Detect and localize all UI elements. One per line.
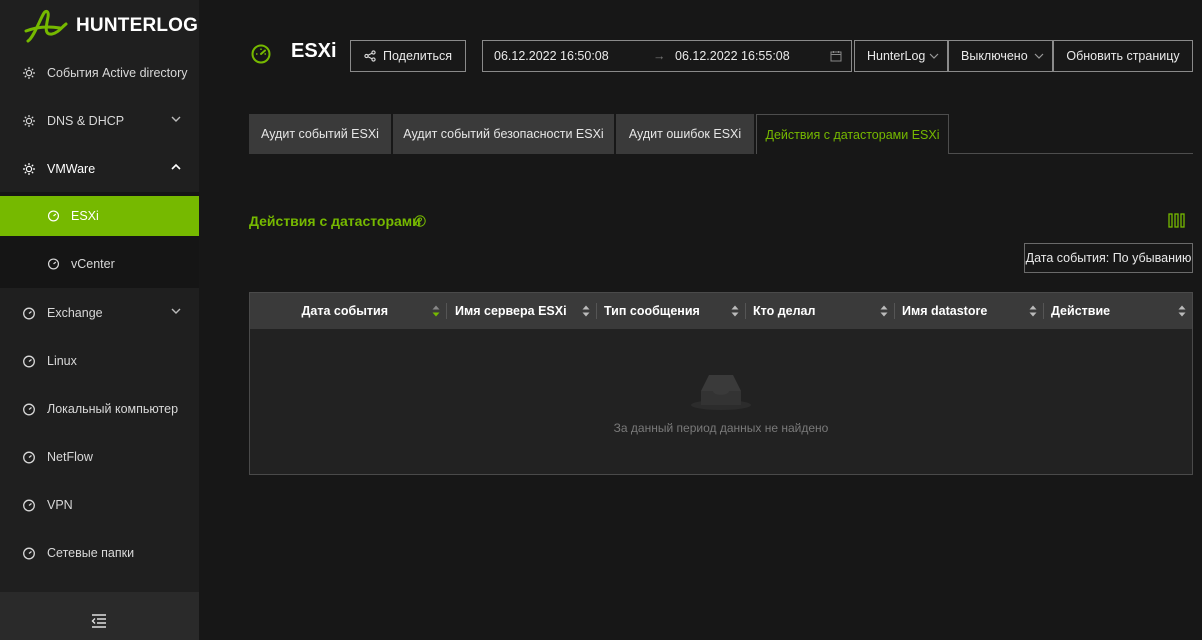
sort-icon <box>1029 305 1037 317</box>
dashboard-icon <box>47 210 60 222</box>
column-header-event-date[interactable]: Дата события <box>250 293 446 329</box>
dashboard-icon <box>251 44 271 64</box>
share-icon <box>364 50 376 62</box>
column-header-label: Имя datastore <box>902 304 988 318</box>
column-header-label: Имя сервера ESXi <box>455 304 567 318</box>
column-header-label: Тип сообщения <box>604 304 700 318</box>
sidebar-item-linux[interactable]: Linux <box>0 337 199 385</box>
sort-desc-active-icon <box>432 305 440 317</box>
sidebar-item-label: VMWare <box>47 162 96 176</box>
dashboard-icon <box>23 403 35 416</box>
dashboard-icon <box>23 547 35 560</box>
sidebar-item-active-directory[interactable]: События Active directory <box>0 49 199 97</box>
sidebar-item-label: Linux <box>47 354 77 368</box>
sidebar-item-label: vCenter <box>71 257 115 271</box>
dashboard-icon <box>23 499 35 512</box>
empty-state-text: За данный период данных не найдено <box>613 421 829 435</box>
sort-icon <box>582 305 590 317</box>
data-table: Дата события Имя сервера ESXi Тип сообще… <box>249 292 1193 475</box>
column-header-esxi-server[interactable]: Имя сервера ESXi <box>447 293 596 329</box>
sidebar-item-label: Exchange <box>47 306 103 320</box>
gear-icon <box>23 115 35 127</box>
table-header: Дата события Имя сервера ESXi Тип сообще… <box>250 293 1192 329</box>
sidebar-item-vcenter[interactable]: vCenter <box>0 244 199 284</box>
column-header-datastore-name[interactable]: Имя datastore <box>895 293 1043 329</box>
chevron-up-icon <box>171 163 181 170</box>
hunterlog-logo-icon <box>24 9 68 43</box>
sidebar-item-netflow[interactable]: NetFlow <box>0 433 199 481</box>
sort-icon <box>880 305 888 317</box>
sort-order-label: Дата события: По убыванию <box>1025 251 1192 265</box>
tabs-divider <box>948 153 1193 154</box>
sidebar-item-label: DNS & DHCP <box>47 114 125 128</box>
column-header-action[interactable]: Действие <box>1044 293 1192 329</box>
tab-label: Аудит ошибок ESXi <box>628 127 742 141</box>
source-select[interactable]: HunterLog <box>854 40 948 72</box>
date-to-input[interactable]: 06.12.2022 16:55:08 <box>675 49 790 63</box>
sidebar-item-label: VPN <box>47 498 73 512</box>
empty-inbox-icon <box>691 375 751 410</box>
sidebar-item-esxi[interactable]: ESXi <box>0 196 199 236</box>
refresh-page-label: Обновить страницу <box>1066 49 1180 63</box>
sidebar-item-dns-dhcp[interactable]: DNS & DHCP <box>0 97 199 145</box>
sidebar-item-exchange[interactable]: Exchange <box>0 289 199 337</box>
brand-name: HUNTERLOG <box>76 15 199 36</box>
column-header-message-type[interactable]: Тип сообщения <box>597 293 745 329</box>
column-header-label: Кто делал <box>753 304 816 318</box>
sidebar-item-label: События Active directory <box>47 66 188 80</box>
column-header-who[interactable]: Кто делал <box>746 293 894 329</box>
dashboard-icon <box>47 258 60 270</box>
gear-icon <box>23 163 35 175</box>
sort-icon <box>1178 305 1186 317</box>
dashboard-icon <box>23 355 35 368</box>
auto-refresh-select[interactable]: Выключено <box>948 40 1053 72</box>
section-title: Действия с датасторами <box>249 213 421 229</box>
calendar-icon <box>830 51 842 62</box>
sidebar-item-vpn[interactable]: VPN <box>0 481 199 529</box>
sidebar-item-vmware[interactable]: VMWare <box>0 145 199 193</box>
share-button-label: Поделиться <box>382 49 453 63</box>
column-header-label: Дата события <box>301 304 389 318</box>
dashboard-icon <box>23 307 35 320</box>
page-title: ESXi <box>291 40 337 62</box>
chevron-down-icon <box>929 53 939 59</box>
menu-collapse-icon[interactable] <box>91 614 107 628</box>
chevron-down-icon <box>171 116 181 122</box>
tab-label: Аудит событий ESXi <box>261 127 379 141</box>
sidebar-item-network-folders[interactable]: Сетевые папки <box>0 529 199 577</box>
date-from-input[interactable]: 06.12.2022 16:50:08 <box>494 49 609 63</box>
sidebar-item-local-computer[interactable]: Локальный компьютер <box>0 385 199 433</box>
columns-icon[interactable] <box>1168 213 1185 228</box>
refresh-page-button[interactable]: Обновить страницу <box>1053 40 1193 72</box>
chevron-down-icon <box>1034 53 1044 59</box>
tab-label: Действия с датасторами ESXi <box>765 127 940 142</box>
share-button[interactable]: Поделиться <box>350 40 466 72</box>
tab-esxi-audit[interactable]: Аудит событий ESXi <box>249 114 391 154</box>
sidebar-item-label: ESXi <box>71 209 99 223</box>
sidebar-item-label: Локальный компьютер <box>47 402 179 416</box>
column-header-label: Действие <box>1051 304 1111 318</box>
auto-refresh-select-value: Выключено <box>961 49 1028 63</box>
tab-esxi-datastore-actions[interactable]: Действия с датасторами ESXi <box>756 114 949 154</box>
logo[interactable]: HUNTERLOG <box>22 6 198 46</box>
sidebar-item-label: NetFlow <box>47 450 93 464</box>
chevron-down-icon <box>171 308 181 314</box>
help-icon[interactable] <box>414 215 426 227</box>
gear-icon <box>23 67 35 79</box>
tab-label: Аудит событий безопасности ESXi <box>403 127 604 141</box>
tab-esxi-errors-audit[interactable]: Аудит ошибок ESXi <box>616 114 754 154</box>
dashboard-icon <box>23 451 35 464</box>
source-select-value: HunterLog <box>867 49 926 63</box>
sort-order-button[interactable]: Дата события: По убыванию <box>1024 243 1193 273</box>
tab-esxi-security-audit[interactable]: Аудит событий безопасности ESXi <box>393 114 614 154</box>
sidebar: HUNTERLOG События Active directory DNS &… <box>0 0 199 640</box>
sidebar-item-label: Сетевые папки <box>47 546 135 560</box>
date-range-picker[interactable]: 06.12.2022 16:50:08 → 06.12.2022 16:55:0… <box>482 40 852 72</box>
arrow-right-icon: → <box>653 49 666 63</box>
sort-icon <box>731 305 739 317</box>
